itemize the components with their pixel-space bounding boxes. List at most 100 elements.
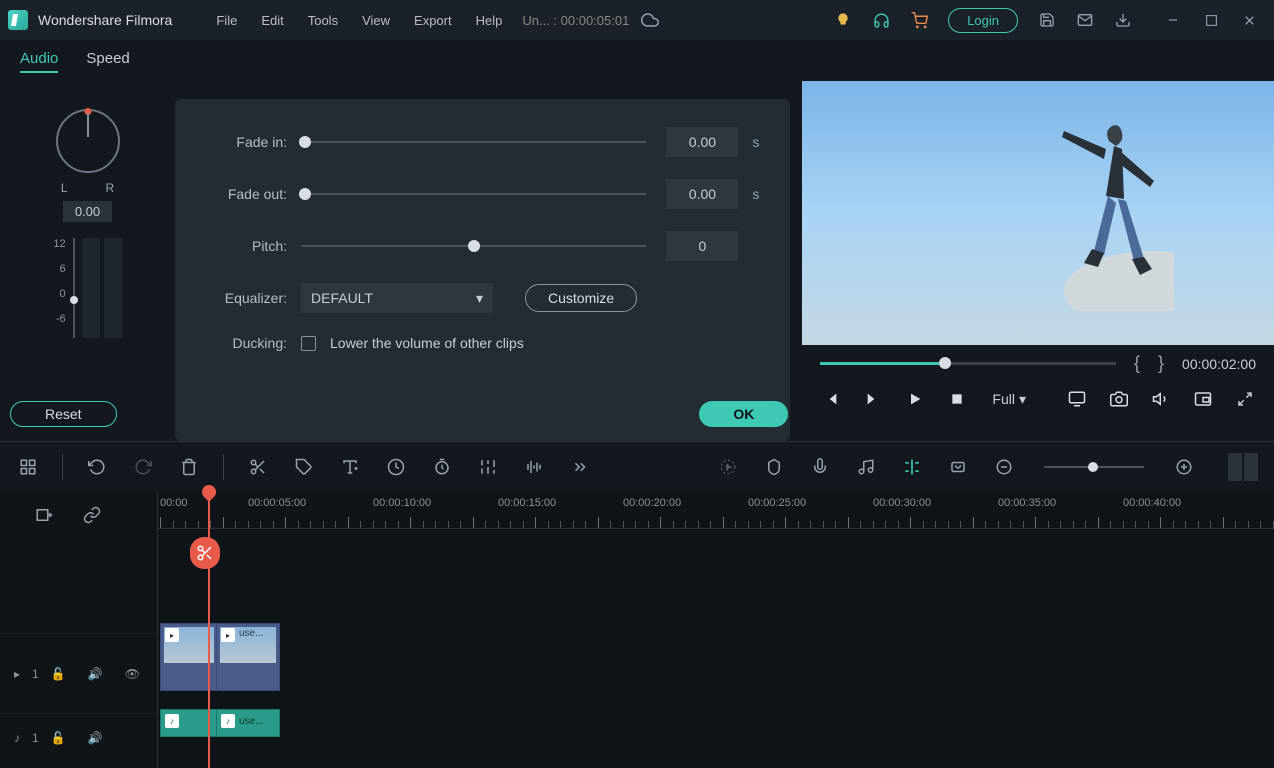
lightbulb-icon[interactable] <box>826 3 860 37</box>
fadein-input[interactable] <box>666 127 738 157</box>
tab-speed[interactable]: Speed <box>86 50 129 73</box>
split-icon[interactable] <box>900 455 924 479</box>
menu-export[interactable]: Export <box>404 9 462 32</box>
snapshot-icon[interactable] <box>1108 388 1130 410</box>
track-num: 1 <box>32 731 39 745</box>
undo-icon[interactable] <box>85 455 109 479</box>
next-frame-icon[interactable] <box>862 388 884 410</box>
grid-icon[interactable] <box>16 455 40 479</box>
scissors-marker-icon[interactable] <box>190 537 220 569</box>
play-icon[interactable] <box>904 388 926 410</box>
pitch-input[interactable] <box>666 231 738 261</box>
menu-edit[interactable]: Edit <box>251 9 293 32</box>
pip-icon[interactable] <box>1192 388 1214 410</box>
eye-icon[interactable]: 👁 <box>125 667 140 681</box>
fadeout-slider[interactable] <box>301 193 646 195</box>
link-icon[interactable] <box>80 503 104 527</box>
menu-file[interactable]: File <box>206 9 247 32</box>
login-button[interactable]: Login <box>948 8 1018 33</box>
headphones-icon[interactable] <box>864 3 898 37</box>
layout-icon[interactable] <box>1228 453 1258 481</box>
preview-progress[interactable] <box>820 362 1116 365</box>
timeline-content[interactable]: 00:00 00:00:05:00 00:00:10:00 00:00:15:0… <box>158 491 1274 768</box>
reset-button[interactable]: Reset <box>10 401 117 427</box>
more-icon[interactable] <box>568 455 592 479</box>
download-icon[interactable] <box>1106 3 1140 37</box>
fadein-unit: s <box>752 134 766 150</box>
render-icon[interactable] <box>716 455 740 479</box>
audio-clip-2[interactable]: ♪ use... <box>216 709 280 737</box>
mail-icon[interactable] <box>1068 3 1102 37</box>
marker-icon[interactable] <box>762 455 786 479</box>
vu-12: 12 <box>53 238 65 250</box>
vu-meter: 12 6 0 -6 <box>53 238 121 338</box>
lock-icon[interactable]: 🔓 <box>51 667 66 681</box>
audio-edit-icon[interactable] <box>522 455 546 479</box>
tag-icon[interactable] <box>292 455 316 479</box>
timer-icon[interactable] <box>430 455 454 479</box>
minimize-icon[interactable] <box>1156 3 1190 37</box>
menu-view[interactable]: View <box>352 9 400 32</box>
crop-icon[interactable] <box>946 455 970 479</box>
text-icon[interactable] <box>338 455 362 479</box>
tab-audio[interactable]: Audio <box>20 50 58 73</box>
mute-icon[interactable]: 🔊 <box>88 667 103 681</box>
redo-icon[interactable] <box>131 455 155 479</box>
pan-section: L R 0.00 12 6 0 -6 <box>0 81 175 441</box>
mic-icon[interactable] <box>808 455 832 479</box>
volume-slider[interactable] <box>70 238 78 338</box>
fadeout-input[interactable] <box>666 179 738 209</box>
volume-icon[interactable] <box>1150 388 1172 410</box>
close-icon[interactable] <box>1232 3 1266 37</box>
preview-content-icon <box>1054 111 1174 311</box>
ducking-text: Lower the volume of other clips <box>330 335 524 351</box>
mute-icon[interactable]: 🔊 <box>88 731 103 745</box>
eq-label: Equalizer: <box>199 290 287 306</box>
video-track: ▸ ▸ use... <box>158 623 280 691</box>
eq-value: DEFAULT <box>311 290 373 306</box>
pan-dial[interactable] <box>56 109 120 173</box>
cloud-icon[interactable] <box>633 3 667 37</box>
pitch-slider[interactable] <box>301 245 646 247</box>
fullscreen-icon[interactable] <box>1234 388 1256 410</box>
customize-button[interactable]: Customize <box>525 284 637 312</box>
maximize-icon[interactable] <box>1194 3 1228 37</box>
mark-in-icon[interactable]: { <box>1134 353 1140 374</box>
cut-icon[interactable] <box>246 455 270 479</box>
fadein-label: Fade in: <box>199 134 287 150</box>
stop-icon[interactable] <box>946 388 968 410</box>
cart-icon[interactable] <box>902 3 936 37</box>
zoom-out-icon[interactable] <box>992 455 1016 479</box>
ruler-t0: 00:00 <box>160 497 188 509</box>
speed-icon[interactable] <box>384 455 408 479</box>
quality-select[interactable]: Full ▾ <box>992 391 1026 408</box>
app-title: Wondershare Filmora <box>38 12 172 28</box>
zoom-in-icon[interactable] <box>1172 455 1196 479</box>
equalizer-select[interactable]: DEFAULT ▾ <box>301 283 493 313</box>
playhead[interactable] <box>208 491 210 768</box>
sliders-icon[interactable] <box>476 455 500 479</box>
pan-value: 0.00 <box>63 201 112 222</box>
video-track-icon: ▸ <box>14 667 20 681</box>
fadein-slider[interactable] <box>301 141 646 143</box>
save-icon[interactable] <box>1030 3 1064 37</box>
zoom-slider[interactable] <box>1044 466 1144 468</box>
audio-controls: Fade in: s Fade out: s Pitch: Equalizer: <box>175 99 790 441</box>
menu-help[interactable]: Help <box>466 9 513 32</box>
audio-mixer-icon[interactable] <box>854 455 878 479</box>
lock-icon[interactable]: 🔓 <box>51 731 66 745</box>
menu-tools[interactable]: Tools <box>298 9 348 32</box>
add-track-icon[interactable] <box>32 503 56 527</box>
preview-viewport[interactable] <box>802 81 1274 345</box>
prev-frame-icon[interactable] <box>820 388 842 410</box>
ducking-checkbox[interactable] <box>301 336 316 351</box>
vu-0: 0 <box>53 288 65 300</box>
video-clip-2[interactable]: ▸ use... <box>216 623 280 691</box>
mark-out-icon[interactable]: } <box>1158 353 1164 374</box>
filmora-logo-icon <box>8 10 28 30</box>
timeline-ruler[interactable]: 00:00 00:00:05:00 00:00:10:00 00:00:15:0… <box>158 491 1274 529</box>
delete-icon[interactable] <box>177 455 201 479</box>
ok-button[interactable]: OK <box>699 401 788 427</box>
audio-panel: L R 0.00 12 6 0 -6 Fade in: <box>0 81 802 441</box>
display-icon[interactable] <box>1066 388 1088 410</box>
